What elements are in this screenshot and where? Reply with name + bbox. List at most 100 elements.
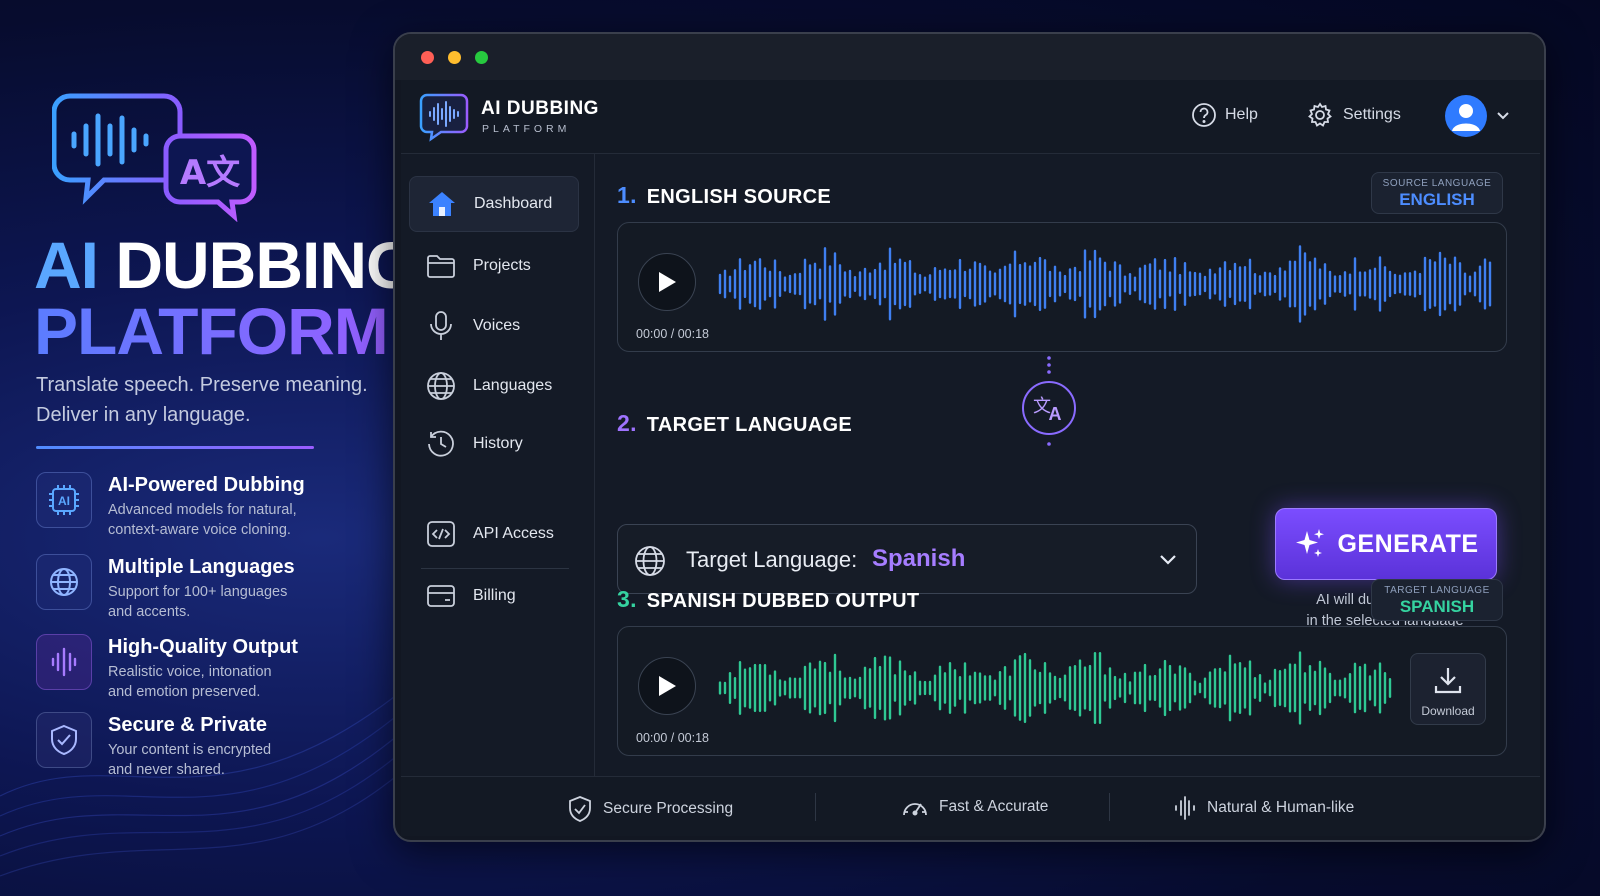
step-title: ENGLISH SOURCE <box>646 186 832 208</box>
select-label: Target Language: <box>686 547 858 572</box>
footer-item-fast: Fast & Accurate <box>901 795 1048 819</box>
shield-check-icon <box>36 712 92 768</box>
sparkle-icon <box>1296 529 1325 557</box>
settings-label: Settings <box>1343 106 1401 123</box>
globe-icon <box>635 546 665 576</box>
footer-separator <box>815 793 816 821</box>
generate-button[interactable]: GENERATE <box>1275 508 1497 580</box>
badge-value: ENGLISH <box>1399 190 1475 209</box>
home-icon <box>426 190 458 218</box>
step-number: 3. <box>617 586 637 612</box>
feature-ai-dubbing: AI AI-Powered Dubbing Advanced models fo… <box>36 470 376 540</box>
sidebar: Dashboard Projects Voices Languages Hist… <box>401 154 595 776</box>
window-titlebar <box>395 34 1544 80</box>
download-button[interactable]: Download <box>1410 653 1486 725</box>
sidebar-item-dashboard[interactable]: Dashboard <box>409 176 579 232</box>
waveform-icon <box>36 634 92 690</box>
sidebar-item-history[interactable]: History <box>409 416 579 472</box>
svg-text:AI: AI <box>58 494 70 508</box>
brand-name: AI DUBBING <box>481 98 599 119</box>
window-maximize-button[interactable] <box>475 51 488 64</box>
badge-label: TARGET LANGUAGE <box>1384 585 1490 596</box>
feature-title: Multiple Languages <box>108 556 295 578</box>
feature-desc-line: and emotion preserved. <box>108 684 261 700</box>
app-window: AI DUBBING PLATFORM Help Settings Dashbo… <box>393 32 1546 842</box>
feature-desc: Your content is encrypted and never share… <box>108 740 368 780</box>
source-language-badge: SOURCE LANGUAGE ENGLISH <box>1371 172 1503 214</box>
sidebar-item-api-access[interactable]: API Access <box>409 506 579 562</box>
sidebar-item-voices[interactable]: Voices <box>409 298 579 354</box>
target-language-badge: TARGET LANGUAGE SPANISH <box>1371 579 1503 621</box>
app-content: AI DUBBING PLATFORM Help Settings Dashbo… <box>401 80 1540 836</box>
footer-label: Natural & Human-like <box>1207 799 1355 816</box>
hero-divider <box>36 446 314 449</box>
select-value: Spanish <box>872 545 966 572</box>
output-waveform[interactable] <box>716 645 1398 731</box>
feature-desc-line: Advanced models for natural, <box>108 502 297 518</box>
help-button[interactable]: Help <box>1191 102 1258 128</box>
source-audio-player: 00:00 / 00:18 <box>617 222 1507 352</box>
user-avatar[interactable] <box>1445 95 1487 137</box>
folder-icon <box>425 253 457 279</box>
hero-title: AI DUBBING PLATFORM <box>34 232 417 364</box>
generate-label: GENERATE <box>1337 529 1479 558</box>
feature-desc-line: and accents. <box>108 604 191 620</box>
brand-subtitle: PLATFORM <box>482 123 571 135</box>
feature-desc-line: context-aware voice cloning. <box>108 522 291 538</box>
speedometer-icon <box>903 803 927 816</box>
feature-desc: Realistic voice, intonation and emotion p… <box>108 662 368 702</box>
window-close-button[interactable] <box>421 51 434 64</box>
source-play-button[interactable] <box>638 253 696 311</box>
output-heading: 3. SPANISH DUBBED OUTPUT <box>617 586 919 613</box>
play-icon <box>659 676 676 696</box>
microphone-icon <box>425 310 457 342</box>
download-icon <box>1434 668 1462 694</box>
source-waveform[interactable] <box>716 241 1496 327</box>
feature-desc-line: and never shared. <box>108 762 225 778</box>
feature-desc: Advanced models for natural, context-awar… <box>108 500 368 540</box>
sidebar-item-billing[interactable]: Billing <box>409 568 579 624</box>
source-heading: 1. ENGLISH SOURCE <box>617 182 831 209</box>
source-time: 00:00 / 00:18 <box>636 327 709 341</box>
sidebar-item-label: Languages <box>473 377 553 394</box>
footer-item-secure: Secure Processing <box>567 795 733 823</box>
waveform-icon <box>1175 796 1195 820</box>
shield-check-icon <box>569 796 591 822</box>
hero-tagline: Translate speech. Preserve meaning. Deli… <box>36 370 386 430</box>
window-minimize-button[interactable] <box>448 51 461 64</box>
feature-desc-line: Support for 100+ languages <box>108 584 288 600</box>
footer-bar: Secure Processing Fast & Accurate Natura… <box>401 776 1540 836</box>
sidebar-item-languages[interactable]: Languages <box>409 358 579 414</box>
badge-value: SPANISH <box>1399 597 1475 616</box>
footer-separator <box>1109 793 1110 821</box>
target-language-select[interactable]: Target Language: Spanish <box>617 524 1197 594</box>
hero-title-platform: PLATFORM <box>34 298 416 364</box>
top-bar: AI DUBBING PLATFORM Help Settings <box>401 80 1540 154</box>
chevron-down-icon[interactable] <box>1495 108 1511 124</box>
hero-tagline-line1: Translate speech. Preserve meaning. <box>36 374 368 396</box>
user-icon <box>1452 104 1480 131</box>
feature-desc: Support for 100+ languages and accents. <box>108 582 368 622</box>
target-heading: 2. TARGET LANGUAGE <box>617 410 852 437</box>
footer-item-natural: Natural & Human-like <box>1173 795 1354 821</box>
feature-secure: Secure & Private Your content is encrypt… <box>36 710 376 780</box>
svg-text:A: A <box>1049 404 1062 424</box>
card-icon <box>425 583 457 609</box>
help-label: Help <box>1225 106 1258 123</box>
code-icon <box>425 520 457 548</box>
footer-label: Secure Processing <box>603 800 734 817</box>
globe-icon <box>425 371 457 401</box>
feature-desc-line: Your content is encrypted <box>108 742 272 758</box>
brand-logo-icon <box>419 93 469 142</box>
step-number: 2. <box>617 410 637 436</box>
settings-button[interactable]: Settings <box>1307 102 1401 128</box>
hero-title-dubbing: DUBBING <box>115 228 417 302</box>
output-play-button[interactable] <box>638 657 696 715</box>
sidebar-item-label: Dashboard <box>474 195 553 212</box>
sidebar-item-label: Billing <box>473 587 516 604</box>
footer-label: Fast & Accurate <box>939 798 1049 815</box>
play-icon <box>659 272 676 292</box>
feature-desc-line: Realistic voice, intonation <box>108 664 272 680</box>
sidebar-item-label: API Access <box>473 525 554 542</box>
sidebar-item-projects[interactable]: Projects <box>409 238 579 294</box>
